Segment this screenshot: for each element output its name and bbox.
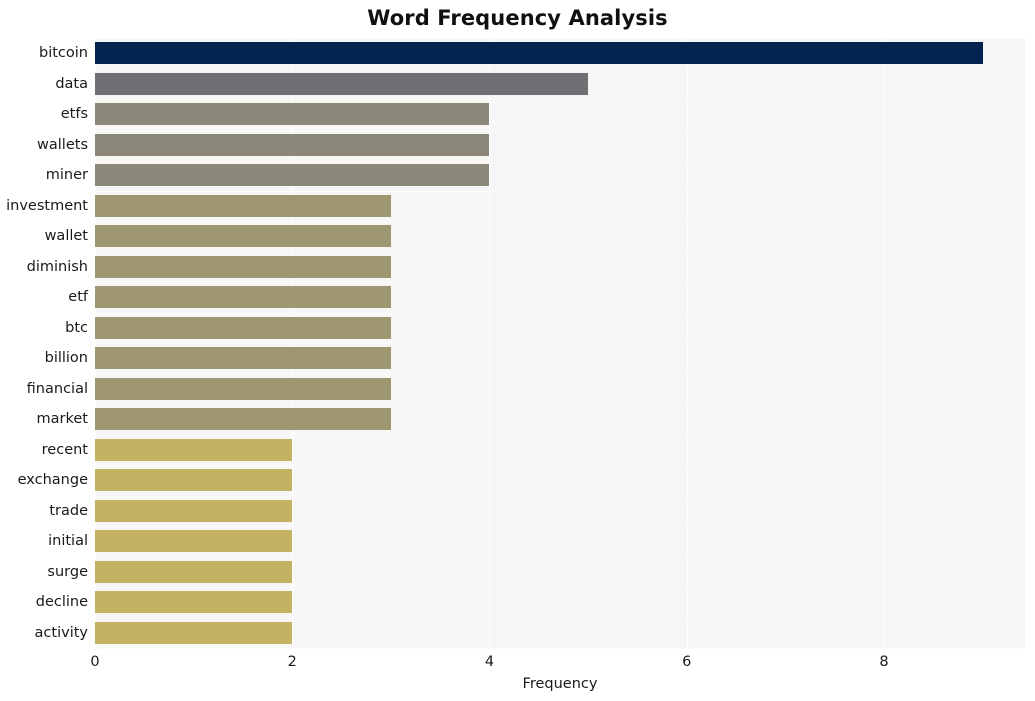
y-gridline (95, 587, 1025, 588)
bar-exchange[interactable] (95, 469, 293, 492)
y-tick-label-exchange: exchange (17, 472, 88, 489)
y-gridline (95, 99, 1025, 100)
y-tick-label-financial: financial (26, 380, 88, 397)
y-tick-label-trade: trade (49, 502, 88, 519)
bar-market[interactable] (95, 408, 391, 431)
bar-investment[interactable] (95, 194, 391, 217)
x-axis: Frequency 0 2 4 6 8 (0, 648, 1035, 701)
bar-decline[interactable] (95, 591, 293, 614)
y-tick-label-etfs: etfs (60, 106, 88, 123)
y-gridline (95, 465, 1025, 466)
y-tick-label-miner: miner (45, 167, 88, 184)
y-tick-label-wallet: wallet (44, 228, 88, 245)
y-tick-label-bitcoin: bitcoin (39, 45, 88, 62)
y-gridline (95, 404, 1025, 405)
y-gridline (95, 68, 1025, 70)
y-tick-label-initial: initial (48, 533, 88, 550)
y-tick-label-diminish: diminish (26, 258, 88, 275)
bar-diminish[interactable] (95, 255, 391, 278)
y-gridline (95, 526, 1025, 527)
y-gridline (95, 38, 1025, 39)
bar-btc[interactable] (95, 316, 391, 339)
bar-wallets[interactable] (95, 133, 490, 156)
bar-financial[interactable] (95, 377, 391, 400)
bar-bitcoin[interactable] (95, 42, 983, 65)
bar-surge[interactable] (95, 560, 293, 583)
bar-miner[interactable] (95, 164, 490, 187)
y-gridline (95, 129, 1025, 131)
bar-activity[interactable] (95, 621, 293, 644)
word-frequency-chart: Word Frequency Analysis bitcoin data etfs w… (0, 0, 1035, 701)
y-gridline (95, 282, 1025, 283)
y-gridline (95, 251, 1025, 253)
plot-area (95, 38, 1025, 649)
x-tick-label-0: 0 (90, 654, 100, 670)
y-gridline (95, 617, 1025, 619)
bar-data[interactable] (95, 72, 589, 95)
y-gridline (95, 312, 1025, 314)
bar-trade[interactable] (95, 499, 293, 522)
bar-initial[interactable] (95, 530, 293, 553)
bar-recent[interactable] (95, 438, 293, 461)
x-axis-label: Frequency (522, 676, 598, 692)
y-tick-label-recent: recent (41, 441, 88, 458)
y-gridline (95, 221, 1025, 222)
y-gridline (95, 373, 1025, 375)
y-axis: bitcoin data etfs wallets miner investment wal… (0, 38, 88, 648)
y-gridline (95, 434, 1025, 436)
y-tick-label-billion: billion (44, 350, 88, 367)
x-tick-label-4: 4 (484, 654, 495, 670)
y-tick-label-wallets: wallets (37, 136, 88, 153)
bar-etf[interactable] (95, 286, 391, 309)
y-gridline (95, 160, 1025, 161)
y-tick-label-activity: activity (34, 624, 88, 641)
bar-billion[interactable] (95, 347, 391, 370)
y-gridline (95, 556, 1025, 558)
bar-wallet[interactable] (95, 225, 391, 248)
x-tick-label-2: 2 (287, 654, 297, 670)
y-tick-label-market: market (36, 411, 88, 428)
y-gridline (95, 495, 1025, 497)
chart-title: Word Frequency Analysis (367, 6, 668, 30)
y-tick-label-etf: etf (68, 289, 88, 306)
y-tick-label-surge: surge (47, 563, 88, 580)
y-gridline (95, 343, 1025, 344)
y-tick-label-btc: btc (65, 319, 88, 336)
y-gridline (95, 190, 1025, 192)
y-tick-label-investment: investment (6, 197, 88, 214)
bar-etfs[interactable] (95, 103, 490, 126)
x-tick-label-8: 8 (879, 654, 889, 670)
y-tick-label-data: data (55, 75, 88, 92)
x-tick-label-6: 6 (682, 654, 692, 670)
y-tick-label-decline: decline (35, 594, 88, 611)
